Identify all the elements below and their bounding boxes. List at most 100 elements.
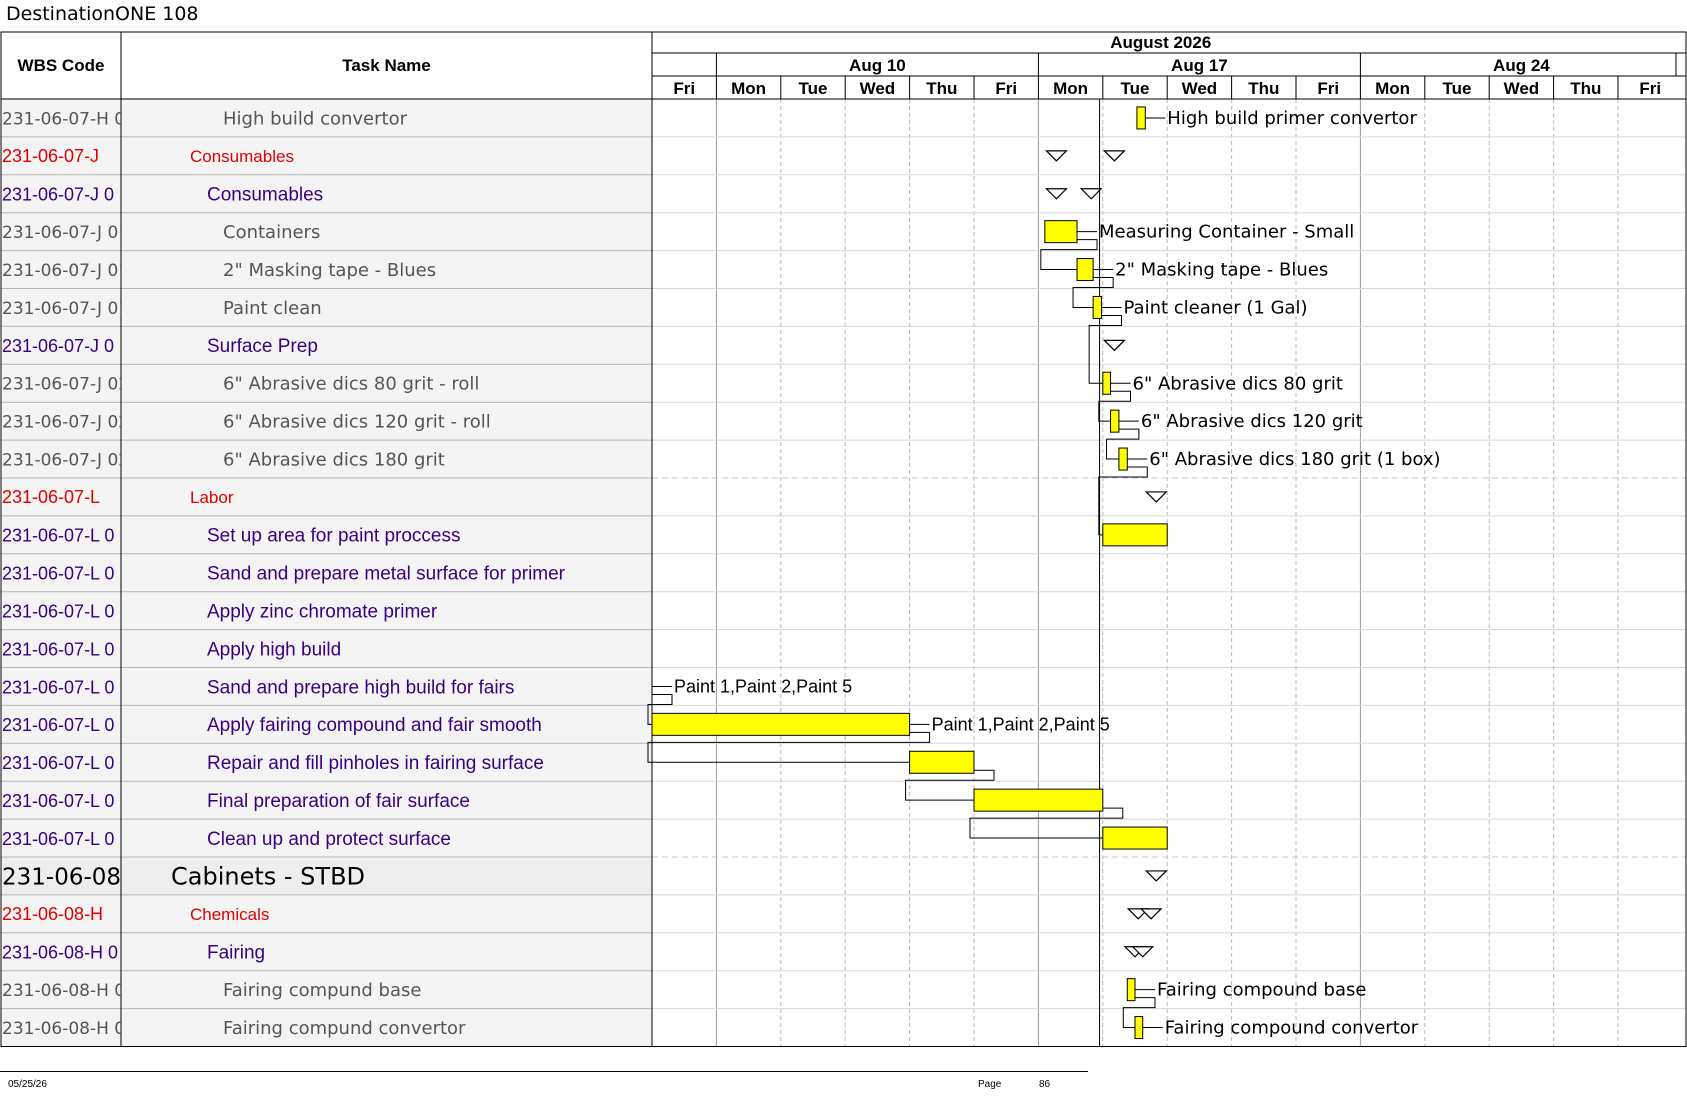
wbs-code-cell: 231-06-07-L 0 xyxy=(2,526,114,546)
task-bar xyxy=(1118,447,1128,471)
task-name-cell: Surface Prep xyxy=(207,336,318,357)
day-header: Thu xyxy=(1570,79,1601,98)
week-header: Aug 24 xyxy=(1493,56,1550,75)
task-name-cell: Apply fairing compound and fair smooth xyxy=(207,715,542,736)
task-name-cell: 6" Abrasive dics 80 grit - roll xyxy=(223,374,479,395)
bar-label: Paint 1,Paint 2,Paint 5 xyxy=(674,676,852,696)
day-header: Fri xyxy=(1317,79,1339,98)
wbs-code-cell: 231-06-07-H 02 xyxy=(2,109,136,129)
task-name-cell: Consumables xyxy=(207,185,323,206)
wbs-code-cell: 231-06-08-H 01 xyxy=(2,1019,136,1039)
wbs-code-cell: 231-06-08 xyxy=(2,865,121,891)
task-name-cell: Fairing compund convertor xyxy=(223,1018,466,1039)
day-header: Tue xyxy=(1121,79,1150,98)
week-header: Aug 17 xyxy=(1171,56,1228,75)
task-column-header: Task Name xyxy=(342,56,431,75)
task-bar xyxy=(651,712,911,736)
bar-label: Measuring Container - Small xyxy=(1099,222,1354,243)
wbs-code-cell: 231-06-07-J 02 xyxy=(2,413,129,433)
task-name-cell: Clean up and protect surface xyxy=(207,829,451,850)
wbs-code-cell: 231-06-07-J 01 xyxy=(2,261,129,281)
wbs-code-cell: 231-06-07-L 0 xyxy=(2,639,114,659)
task-name-cell: Labor xyxy=(190,488,234,507)
bar-label: Paint cleaner (1 Gal) xyxy=(1124,297,1308,318)
day-header: Thu xyxy=(926,79,957,98)
task-name-cell: Paint clean xyxy=(223,298,322,319)
task-bar xyxy=(1102,826,1168,850)
summary-marker xyxy=(1044,188,1068,200)
day-header: Mon xyxy=(731,79,766,98)
day-header: Fri xyxy=(1639,79,1661,98)
wbs-code-cell: 231-06-08-H 0 xyxy=(2,943,118,963)
wbs-code-cell: 231-06-07-J xyxy=(2,146,99,166)
summary-marker xyxy=(1144,870,1168,882)
wbs-code-cell: 231-06-07-J 01 xyxy=(2,299,129,319)
dependency-link xyxy=(647,731,931,763)
task-bar xyxy=(909,750,975,774)
wbs-code-cell: 231-06-07-J 0 xyxy=(2,336,114,356)
day-header: Wed xyxy=(1182,79,1218,98)
day-header: Fri xyxy=(673,79,695,98)
day-header: Wed xyxy=(1504,79,1540,98)
task-name-cell: Fairing compund base xyxy=(223,980,421,1001)
task-name-cell: 2" Masking tape - Blues xyxy=(223,260,436,281)
task-name-cell: 6" Abrasive dics 180 grit xyxy=(223,450,445,471)
task-name-cell: Chemicals xyxy=(190,905,269,924)
task-name-cell: Containers xyxy=(223,222,320,243)
task-name-cell: Cabinets - STBD xyxy=(171,863,365,891)
wbs-code-cell: 231-06-07-L 0 xyxy=(2,829,114,849)
task-bar xyxy=(1044,220,1078,244)
wbs-code-cell: 231-06-08-H xyxy=(2,904,103,924)
bar-label: 6" Abrasive dics 180 grit (1 box) xyxy=(1149,449,1440,470)
task-bar xyxy=(1134,1016,1144,1040)
week-header: Aug 10 xyxy=(849,56,906,75)
day-header: Wed xyxy=(860,79,896,98)
task-bar xyxy=(1076,258,1094,282)
summary-marker xyxy=(1139,908,1163,920)
wbs-code-cell: 231-06-07-L 0 xyxy=(2,677,114,697)
summary-marker xyxy=(1102,339,1126,352)
summary-marker xyxy=(1044,150,1068,162)
task-bar xyxy=(973,788,1104,812)
day-header: Tue xyxy=(799,79,828,98)
task-bar xyxy=(1110,409,1120,433)
wbs-column-header: WBS Code xyxy=(18,56,105,75)
task-name-cell: Set up area for paint proccess xyxy=(207,526,460,547)
summary-marker xyxy=(1079,188,1103,200)
task-name-cell: Sand and prepare high build for fairs xyxy=(207,677,514,698)
wbs-code-cell: 231-06-07-J 0 xyxy=(2,185,114,205)
day-header: Mon xyxy=(1375,79,1410,98)
wbs-code-cell: 231-06-07-J 02 xyxy=(2,375,129,395)
wbs-code-cell: 231-06-07-L xyxy=(2,487,100,507)
wbs-code-cell: 231-06-07-L 0 xyxy=(2,791,114,811)
task-name-cell: Apply zinc chromate primer xyxy=(207,601,438,622)
wbs-code-cell: 231-06-07-J 01 xyxy=(2,223,129,243)
footer-page-label: Page xyxy=(978,1079,1002,1090)
summary-marker xyxy=(1144,491,1168,503)
bar-label: Fairing compound base xyxy=(1157,980,1366,1001)
bar-label: 6" Abrasive dics 80 grit xyxy=(1133,373,1343,394)
month-header: August 2026 xyxy=(1110,33,1211,52)
day-header: Fri xyxy=(995,79,1017,98)
task-bar xyxy=(1102,523,1168,547)
bar-label: Paint 1,Paint 2,Paint 5 xyxy=(932,714,1110,734)
task-name-cell: Sand and prepare metal surface for prime… xyxy=(207,564,566,585)
task-name-cell: High build convertor xyxy=(223,108,408,129)
wbs-code-cell: 231-06-07-L 0 xyxy=(2,753,114,773)
gantt-sheet: WBS Code Task Name August 2026 Aug 10 Aug 17… xyxy=(0,31,1687,1047)
day-header: Thu xyxy=(1248,79,1279,98)
task-bar xyxy=(1092,295,1103,319)
task-name-cell: Fairing xyxy=(207,943,265,964)
wbs-code-cell: 231-06-07-J 02 xyxy=(2,451,129,471)
wbs-code-cell: 231-06-07-L 0 xyxy=(2,715,114,735)
day-header: Mon xyxy=(1053,79,1088,98)
bar-label: 2" Masking tape - Blues xyxy=(1115,260,1328,281)
bar-label: High build primer convertor xyxy=(1167,108,1417,129)
task-name-cell: Final preparation of fair surface xyxy=(207,791,470,812)
day-header: Tue xyxy=(1443,79,1472,98)
footer-page-number: 86 xyxy=(1039,1079,1051,1090)
footer-date: 05/25/26 xyxy=(8,1079,47,1090)
footer-rule xyxy=(0,1071,1088,1072)
wbs-code-cell: 231-06-08-H 01 xyxy=(2,981,136,1001)
summary-marker xyxy=(1102,150,1126,162)
